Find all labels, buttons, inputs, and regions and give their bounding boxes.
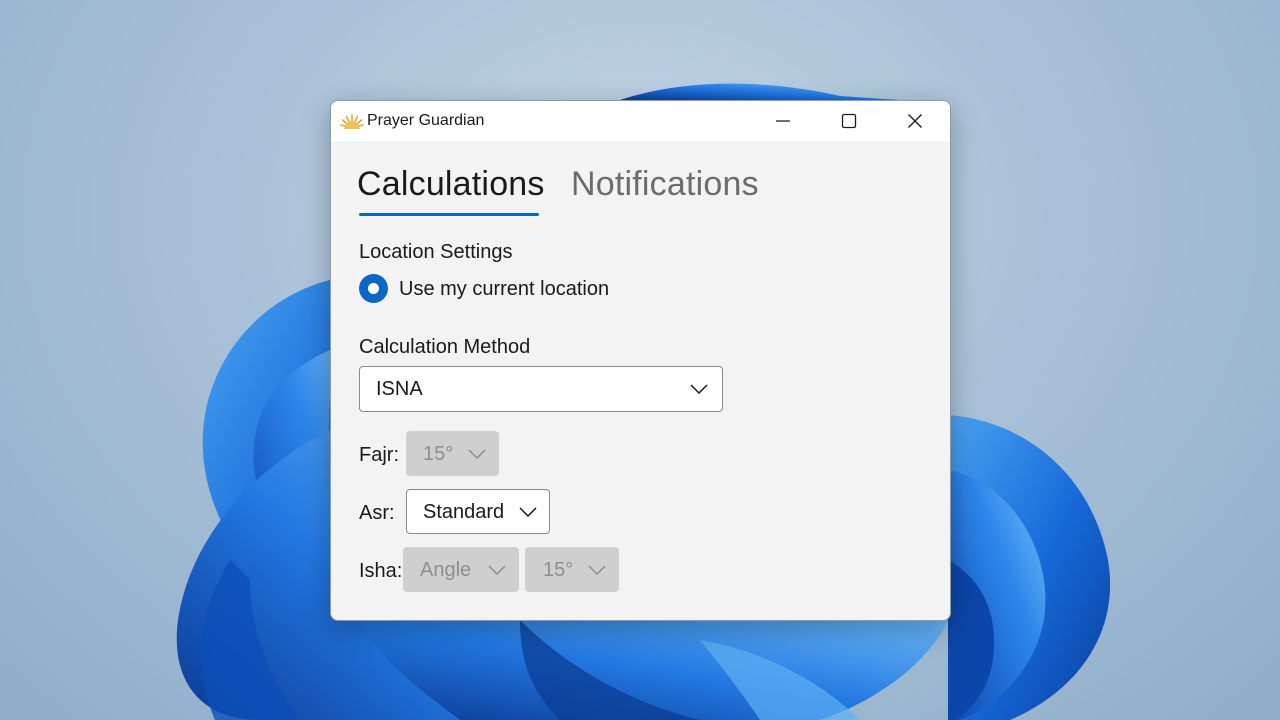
chevron-down-icon xyxy=(690,384,708,394)
app-window: Prayer Guardian Calculations Notificatio… xyxy=(330,100,951,621)
fajr-angle-dropdown: 15° xyxy=(406,431,499,476)
chevron-down-icon xyxy=(468,448,486,459)
radio-selected-dot xyxy=(368,283,379,294)
isha-type-dropdown: Angle xyxy=(403,547,519,592)
current-location-radio[interactable] xyxy=(359,274,388,303)
calculation-method-value: ISNA xyxy=(376,378,423,400)
calculation-method-dropdown[interactable]: ISNA xyxy=(359,366,723,412)
calculation-method-heading: Calculation Method xyxy=(359,336,531,358)
fajr-label: Fajr: xyxy=(359,444,399,466)
chevron-down-icon xyxy=(488,564,506,575)
sun-rays-icon xyxy=(340,114,364,129)
active-tab-indicator xyxy=(359,213,539,216)
current-location-label[interactable]: Use my current location xyxy=(399,278,609,301)
minimize-button[interactable] xyxy=(750,101,816,141)
close-button[interactable] xyxy=(882,101,948,141)
isha-type-value: Angle xyxy=(420,559,472,581)
minimize-icon xyxy=(776,120,790,122)
isha-angle-dropdown: 15° xyxy=(525,547,619,592)
maximize-button[interactable] xyxy=(816,101,882,141)
app-title: Prayer Guardian xyxy=(367,112,485,129)
tab-calculations[interactable]: Calculations xyxy=(357,165,545,204)
location-settings-heading: Location Settings xyxy=(359,241,513,263)
asr-method-value: Standard xyxy=(423,501,505,523)
maximize-icon xyxy=(841,113,857,129)
asr-method-dropdown[interactable]: Standard xyxy=(406,489,550,534)
title-bar[interactable]: Prayer Guardian xyxy=(331,101,950,141)
isha-angle-value: 15° xyxy=(543,559,574,581)
close-icon xyxy=(908,114,922,128)
isha-label: Isha: xyxy=(359,560,403,582)
chevron-down-icon xyxy=(519,506,537,517)
asr-label: Asr: xyxy=(359,502,395,524)
chevron-down-icon xyxy=(588,564,606,575)
desktop: Prayer Guardian Calculations Notificatio… xyxy=(0,0,1280,720)
tab-notifications[interactable]: Notifications xyxy=(571,165,759,204)
fajr-angle-value: 15° xyxy=(423,443,454,465)
